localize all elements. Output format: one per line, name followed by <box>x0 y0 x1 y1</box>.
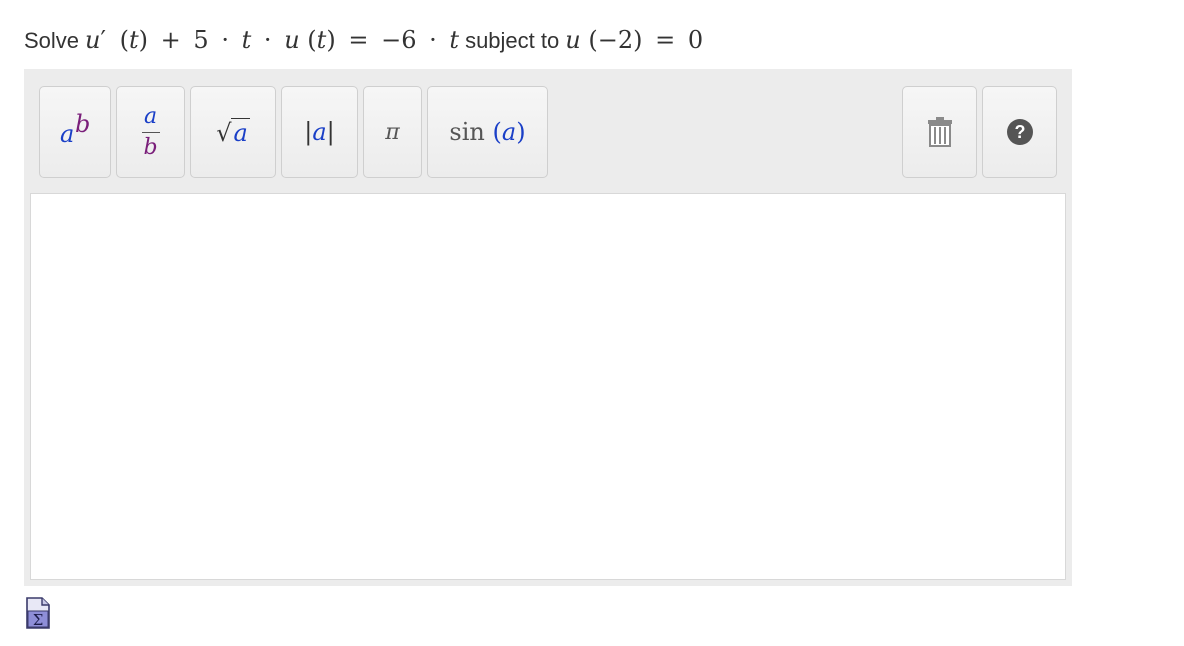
sin-arg: a <box>501 118 517 146</box>
differential-equation: u′ (t) + 5 · t · u (t) = −6 · t <box>85 26 459 54</box>
abs-content: a <box>312 118 327 146</box>
trash-icon <box>927 117 952 147</box>
cond-open: ( <box>588 26 598 54</box>
sqrt-radicand: a <box>231 117 250 147</box>
eq-plus: + <box>160 26 181 54</box>
eq-open: ( <box>119 26 129 54</box>
cond-u: u <box>565 26 581 54</box>
sine-button[interactable]: sin (a) <box>427 86 548 178</box>
cond-close: ) <box>633 26 643 54</box>
clear-button[interactable] <box>902 86 977 178</box>
cond-arg: −2 <box>597 26 634 54</box>
fraction-denominator: b <box>143 134 158 160</box>
answer-input[interactable] <box>30 193 1066 580</box>
eq-open2: ( <box>307 26 317 54</box>
eq-close: ) <box>138 26 149 54</box>
svg-text:Σ: Σ <box>33 611 44 629</box>
eq-t2: t <box>316 26 327 54</box>
sigma-document-icon[interactable]: Σ <box>25 596 51 630</box>
abs-left-bar: | <box>304 118 313 146</box>
eq-rhs-t: t <box>449 26 460 54</box>
eq-u: u <box>85 26 101 54</box>
abs-right-bar: | <box>326 118 335 146</box>
eq-prime: ′ <box>100 26 106 54</box>
fraction-bar <box>141 131 160 133</box>
eq-t1: t <box>241 26 252 54</box>
question-prefix: Solve <box>24 28 80 53</box>
math-editor: a b a b √ a | a | π sin (a) ? <box>24 69 1072 586</box>
initial-condition: u (−2) = 0 <box>565 26 703 54</box>
fraction-button[interactable]: a b <box>116 86 185 178</box>
pi-symbol: π <box>385 119 400 145</box>
eq-u2: u <box>284 26 300 54</box>
fraction-glyph: a b <box>141 103 160 160</box>
power-glyph: a b <box>55 110 95 152</box>
help-button[interactable]: ? <box>982 86 1057 178</box>
question-connector: subject to <box>465 28 560 53</box>
sin-close: ) <box>516 118 526 146</box>
eq-dot2: · <box>263 26 272 54</box>
pi-button[interactable]: π <box>363 86 422 178</box>
square-root-button[interactable]: √ a <box>190 86 276 178</box>
sin-fn: sin <box>449 118 485 146</box>
sin-glyph: sin (a) <box>449 118 525 146</box>
question-text: Solve u′ (t) + 5 · t · u (t) = −6 · t su… <box>24 26 709 62</box>
svg-text:?: ? <box>1014 122 1025 142</box>
eq-coef: 5 <box>193 26 209 54</box>
eq-rhs-coef: −6 <box>381 26 417 54</box>
sqrt-radical: √ <box>216 118 232 147</box>
cond-value: 0 <box>687 26 704 54</box>
fraction-numerator: a <box>143 103 158 129</box>
abs-glyph: | a | <box>304 118 335 146</box>
eq-t: t <box>128 26 139 54</box>
eq-equals: = <box>348 26 369 54</box>
absolute-value-button[interactable]: | a | <box>281 86 358 178</box>
power-exponent: b <box>75 110 91 138</box>
power-base: a <box>60 120 75 148</box>
eq-dot3: · <box>429 26 437 54</box>
sqrt-glyph: √ a <box>216 117 250 147</box>
power-button[interactable]: a b <box>39 86 111 178</box>
sin-open: ( <box>492 118 502 146</box>
eq-dot1: · <box>221 26 229 54</box>
cond-equals: = <box>655 26 676 54</box>
eq-close2: ) <box>326 26 336 54</box>
help-icon: ? <box>1006 119 1033 145</box>
